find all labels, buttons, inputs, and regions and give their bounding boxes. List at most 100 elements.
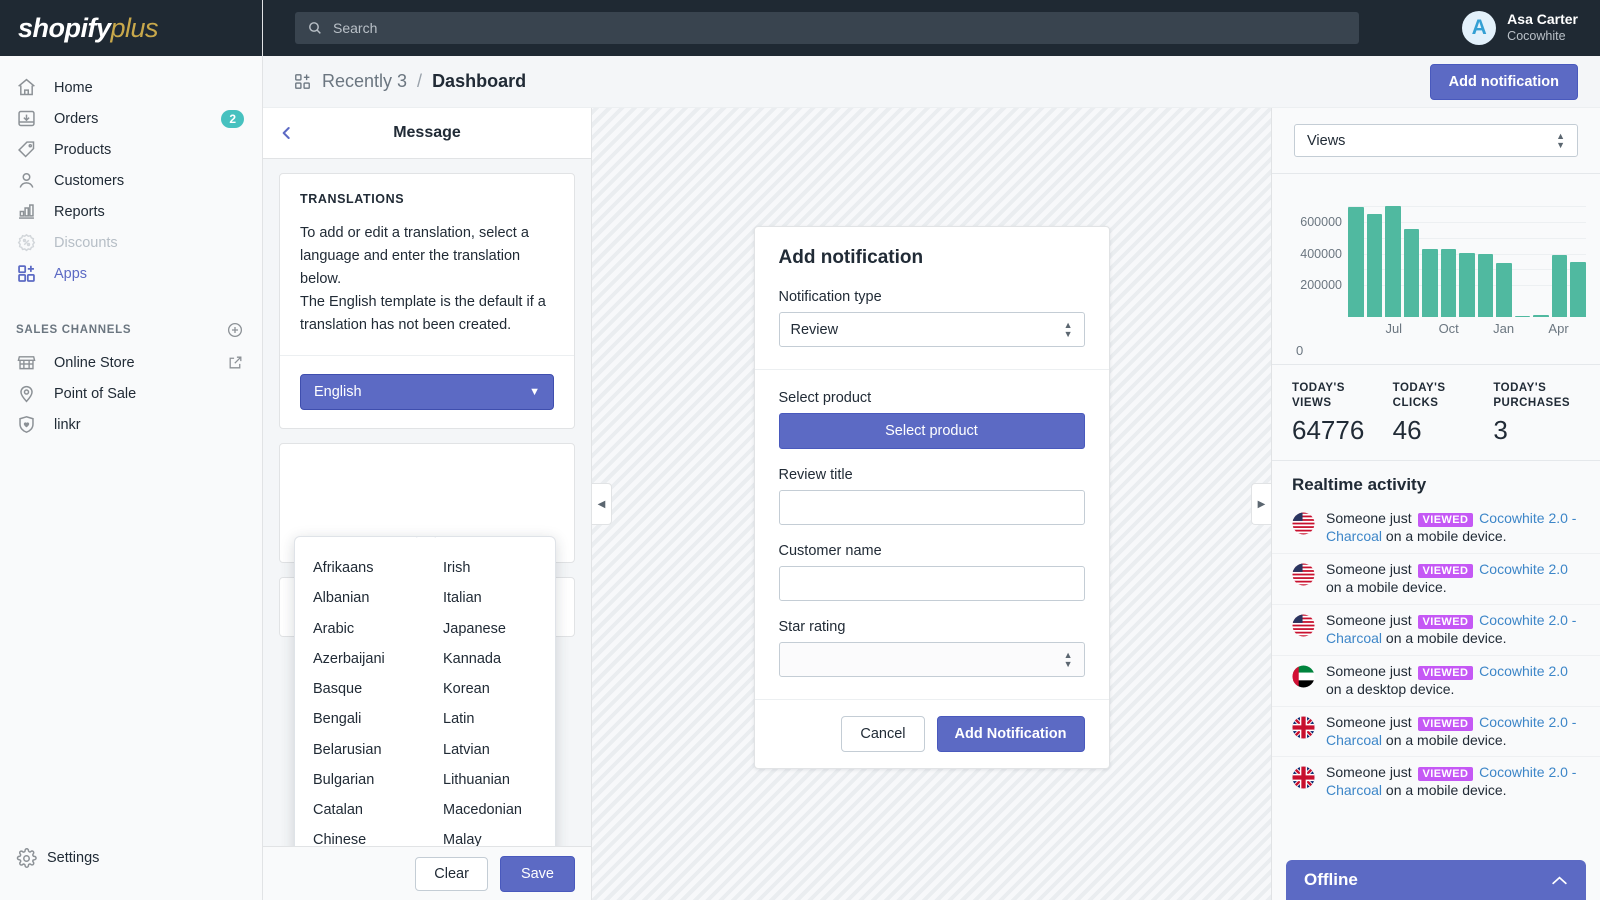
chart-bar[interactable] xyxy=(1385,205,1401,317)
activity-suffix: on a mobile device. xyxy=(1326,579,1447,596)
external-link-icon[interactable] xyxy=(227,354,244,371)
chart-bar[interactable] xyxy=(1551,255,1568,317)
sidebar-item-reports[interactable]: Reports xyxy=(0,196,262,227)
back-chevron-icon[interactable] xyxy=(279,123,294,143)
list-item[interactable]: Bengali xyxy=(313,704,419,734)
app-root: shopifyplus Home Orders 2 Products Custo… xyxy=(0,0,1600,900)
chart-bar[interactable] xyxy=(1514,315,1531,317)
activity-item[interactable]: Someone just VIEWED Cocowhite 2.0 on a m… xyxy=(1272,553,1600,604)
sidebar-item-settings[interactable]: Settings xyxy=(0,842,262,874)
list-item[interactable]: Azerbaijani xyxy=(313,644,419,674)
activity-item[interactable]: Someone just VIEWED Cocowhite 2.0 - Char… xyxy=(1272,503,1600,553)
activity-item[interactable]: Someone just VIEWED Cocowhite 2.0 - Char… xyxy=(1272,603,1600,655)
modal-type-section: Add notification Notification type Revie… xyxy=(755,227,1109,369)
list-item[interactable]: Korean xyxy=(443,674,549,704)
list-item[interactable]: Japanese xyxy=(443,614,549,644)
customer-name-input[interactable] xyxy=(778,566,1085,601)
list-item[interactable]: Latin xyxy=(443,704,549,734)
list-item[interactable]: Kannada xyxy=(443,644,549,674)
stat-value: 3 xyxy=(1493,415,1508,446)
sidebar-item-home[interactable]: Home xyxy=(0,72,262,103)
search-input[interactable]: Search xyxy=(295,12,1359,44)
activity-item[interactable]: Someone just VIEWED Cocowhite 2.0 on a d… xyxy=(1272,654,1600,706)
chart-y-tick: 600000 xyxy=(1300,214,1342,229)
status-badge: VIEWED xyxy=(1417,767,1474,782)
list-item[interactable]: Basque xyxy=(313,674,419,704)
list-item[interactable]: Italian xyxy=(443,583,549,613)
stat-value: 64776 xyxy=(1292,415,1365,446)
user-profile[interactable]: A Asa Carter Cocowhite xyxy=(1462,11,1600,45)
review-title-input[interactable] xyxy=(778,490,1085,525)
chart-bar[interactable] xyxy=(1366,213,1383,317)
flag-icon-us xyxy=(1292,563,1315,586)
recently-icon[interactable] xyxy=(293,72,312,91)
sidebar-item-point-of-sale[interactable]: Point of Sale xyxy=(0,378,262,409)
star-rating-select[interactable]: ▲ ▼ xyxy=(778,642,1085,677)
language-select[interactable]: English ▼ xyxy=(300,373,554,410)
add-channel-icon[interactable] xyxy=(226,321,244,339)
sidebar-item-online-store[interactable]: Online Store xyxy=(0,347,262,378)
chart-bar[interactable] xyxy=(1496,263,1512,317)
page-title: Dashboard xyxy=(432,71,527,91)
chart-bar[interactable] xyxy=(1440,248,1457,317)
list-item[interactable]: Bulgarian xyxy=(313,765,419,795)
add-notification-button[interactable]: Add notification xyxy=(1429,63,1578,100)
sidebar-item-apps[interactable]: Apps xyxy=(0,258,262,289)
brand-logo[interactable]: shopifyplus xyxy=(0,0,262,56)
sidebar-item-customers[interactable]: Customers xyxy=(0,165,262,196)
customer-name-label: Customer name xyxy=(778,543,882,559)
list-item[interactable]: Catalan xyxy=(313,795,419,825)
primary-nav: Home Orders 2 Products Customers Reports xyxy=(0,56,262,289)
collapse-right-panel-button[interactable]: ▶ xyxy=(1251,483,1271,525)
list-item[interactable]: Irish xyxy=(443,553,549,583)
submit-notification-button[interactable]: Add Notification xyxy=(936,716,1085,752)
sidebar-item-label: Home xyxy=(54,79,93,96)
sidebar-item-label: Reports xyxy=(54,203,105,220)
sales-channels-label: SALES CHANNELS xyxy=(16,324,132,336)
chart-bar[interactable] xyxy=(1348,207,1364,317)
sidebar-item-label: Point of Sale xyxy=(54,385,137,402)
list-item[interactable]: Latvian xyxy=(443,735,549,765)
bar-chart-icon xyxy=(16,201,44,223)
select-product-label: Select product xyxy=(778,390,872,406)
activity-prefix: Someone just xyxy=(1326,662,1416,679)
list-item[interactable]: Albanian xyxy=(313,583,419,613)
list-item[interactable]: Afrikaans xyxy=(313,553,419,583)
metric-select[interactable]: Views ▲ ▼ xyxy=(1294,124,1578,157)
list-item[interactable]: Lithuanian xyxy=(443,765,549,795)
list-item[interactable]: Arabic xyxy=(313,614,419,644)
chevron-up-icon[interactable] xyxy=(1551,875,1568,886)
chart-x-tick: Apr xyxy=(1548,321,1569,336)
sidebar-item-discounts[interactable]: Discounts xyxy=(0,227,262,258)
search-placeholder: Search xyxy=(333,20,378,36)
sidebar-item-orders[interactable]: Orders 2 xyxy=(0,103,262,134)
cancel-button[interactable]: Cancel xyxy=(841,716,925,752)
list-item[interactable]: Belarusian xyxy=(313,735,419,765)
chart-bar[interactable] xyxy=(1403,228,1420,317)
chart-bar[interactable] xyxy=(1570,262,1586,317)
select-product-button[interactable]: Select product xyxy=(778,413,1085,449)
translations-card: TRANSLATIONS To add or edit a translatio… xyxy=(279,173,575,429)
sidebar-item-products[interactable]: Products xyxy=(0,134,262,165)
activity-item[interactable]: Someone just VIEWED Cocowhite 2.0 - Char… xyxy=(1272,705,1600,757)
list-item[interactable]: Macedonian xyxy=(443,795,549,825)
breadcrumb-separator: / xyxy=(417,71,423,91)
chart-x-tick: Jan xyxy=(1493,321,1515,336)
chart-bar[interactable] xyxy=(1477,253,1494,317)
activity-product-link[interactable]: Cocowhite 2.0 xyxy=(1475,663,1568,679)
brand-plus-label: plus xyxy=(110,12,159,43)
activity-text: Someone just VIEWED Cocowhite 2.0 on a m… xyxy=(1326,561,1580,597)
clear-button[interactable]: Clear xyxy=(415,856,488,891)
collapse-left-panel-button[interactable]: ◀ xyxy=(592,483,612,525)
notification-type-select[interactable]: Review ▲ ▼ xyxy=(778,312,1085,347)
chart-bar[interactable] xyxy=(1422,248,1438,317)
chart-bar[interactable] xyxy=(1459,252,1475,317)
save-button[interactable]: Save xyxy=(499,855,575,892)
sidebar-item-linkr[interactable]: linkr xyxy=(0,409,262,440)
offline-status-bar[interactable]: Offline xyxy=(1286,860,1586,900)
activity-item[interactable]: Someone just VIEWED Cocowhite 2.0 - Char… xyxy=(1272,756,1600,807)
chart-bar[interactable] xyxy=(1533,315,1549,317)
stepper-arrows-icon: ▲ ▼ xyxy=(1063,649,1073,669)
activity-product-link[interactable]: Cocowhite 2.0 xyxy=(1475,561,1568,577)
breadcrumb-recent[interactable]: Recently 3 xyxy=(322,71,407,92)
